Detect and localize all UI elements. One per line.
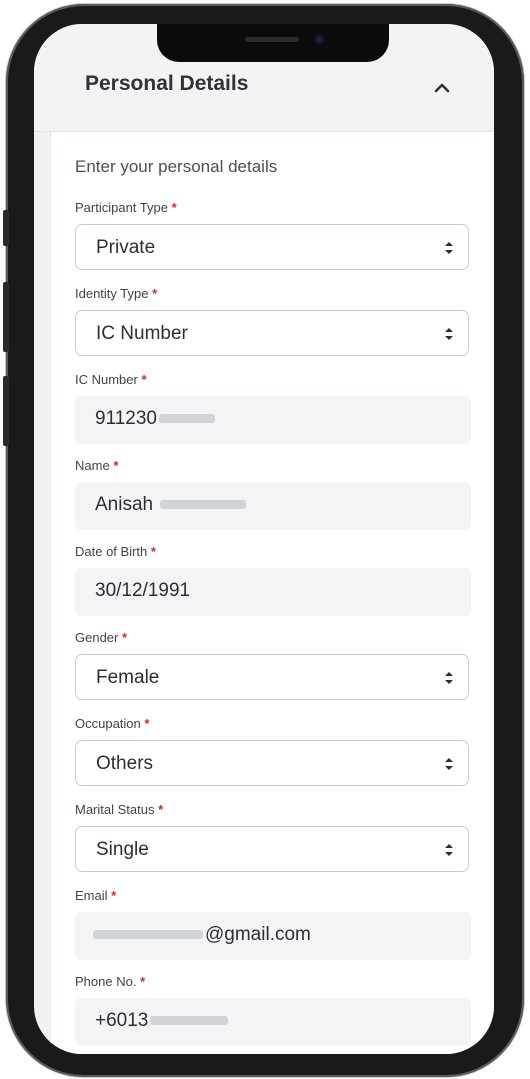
date-of-birth-input[interactable]: 30/12/1991: [75, 568, 471, 616]
participant-type-label: Participant Type *: [75, 200, 177, 215]
select-arrows-icon: [445, 844, 453, 856]
marital-status-select[interactable]: Single: [75, 826, 469, 872]
identity-type-label: Identity Type *: [75, 286, 158, 301]
redacted-text: [93, 930, 203, 940]
phone-label: Phone No. *: [75, 974, 146, 989]
volume-down-button: [3, 376, 9, 446]
ic-number-label: IC Number *: [75, 372, 147, 387]
occupation-select[interactable]: Others: [75, 740, 469, 786]
redacted-text: [160, 500, 247, 510]
date-of-birth-label: Date of Birth *: [75, 544, 156, 559]
select-arrows-icon: [445, 242, 453, 254]
gender-select[interactable]: Female: [75, 654, 469, 700]
screen: Personal Details Enter your personal det…: [34, 24, 494, 1054]
name-label: Name *: [75, 458, 119, 473]
section-title: Personal Details: [85, 72, 249, 95]
participant-type-select[interactable]: Private: [75, 224, 469, 270]
redacted-text: [150, 1016, 229, 1026]
phone-value: +6013: [95, 1010, 149, 1031]
chevron-up-icon[interactable]: [432, 78, 452, 98]
form-intro: Enter your personal details: [75, 157, 278, 176]
speaker: [245, 37, 299, 42]
gender-label: Gender *: [75, 630, 128, 645]
date-of-birth-value: 30/12/1991: [95, 580, 191, 601]
email-label: Email *: [75, 888, 117, 903]
redacted-text: [159, 414, 215, 424]
occupation-label: Occupation *: [75, 716, 150, 731]
ic-number-value: 911230: [95, 408, 157, 429]
name-value: Anisah: [95, 494, 154, 515]
name-input[interactable]: Anisah: [75, 482, 471, 530]
select-arrows-icon: [445, 758, 453, 770]
identity-type-select[interactable]: IC Number: [75, 310, 469, 356]
email-input[interactable]: @gmail.com: [75, 912, 471, 960]
phone-input[interactable]: +6013: [75, 998, 471, 1046]
select-arrows-icon: [445, 328, 453, 340]
select-arrows-icon: [445, 672, 453, 684]
notch: [157, 24, 389, 62]
marital-status-label: Marital Status *: [75, 802, 164, 817]
email-value: @gmail.com: [205, 924, 311, 945]
volume-up-button: [3, 282, 9, 352]
camera: [314, 34, 325, 45]
ic-number-input[interactable]: 911230: [75, 396, 471, 444]
mute-switch: [3, 210, 9, 246]
